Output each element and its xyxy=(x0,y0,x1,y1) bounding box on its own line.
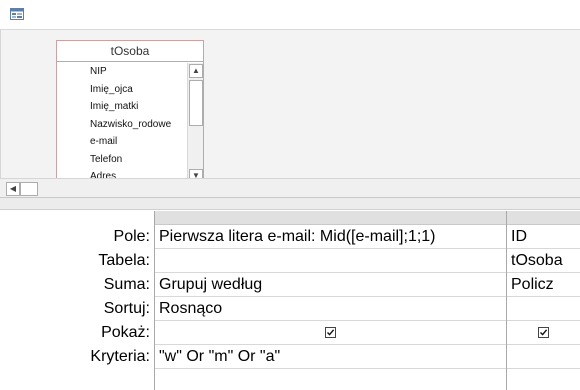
field-cell[interactable]: ID xyxy=(507,225,580,249)
field-cell[interactable]: Pierwsza litera e-mail: Mid([e-mail];1;1… xyxy=(155,225,506,249)
scroll-up-icon[interactable]: ▲ xyxy=(189,64,203,78)
show-checkbox[interactable] xyxy=(325,327,336,339)
row-label-field: Pole: xyxy=(113,228,150,245)
grid-column-2: ID tOsoba Policz xyxy=(506,211,580,390)
scrollbar-thumb[interactable] xyxy=(189,80,203,126)
field-item[interactable]: Imię_ojca xyxy=(57,81,187,99)
table-design-surface[interactable]: tOsoba NIP Imię_ojca Imię_matki Nazwisko… xyxy=(0,30,580,178)
criteria-cell[interactable] xyxy=(507,345,580,369)
field-item[interactable]: Nazwisko_rodowe xyxy=(57,116,187,134)
column-selector[interactable] xyxy=(507,211,580,225)
scrollbar-thumb[interactable] xyxy=(20,182,38,196)
show-cell xyxy=(507,321,580,345)
total-cell[interactable]: Policz xyxy=(507,273,580,297)
table-cell[interactable] xyxy=(155,249,506,273)
field-item[interactable]: NIP xyxy=(57,63,187,81)
field-list: NIP Imię_ojca Imię_matki Nazwisko_rodowe… xyxy=(57,63,187,178)
pane-splitter[interactable] xyxy=(0,198,580,210)
table-field-list-tosoba[interactable]: tOsoba NIP Imię_ojca Imię_matki Nazwisko… xyxy=(56,40,204,178)
table-field-list-title[interactable]: tOsoba xyxy=(57,41,203,62)
show-cell xyxy=(155,321,506,345)
total-cell[interactable]: Grupuj według xyxy=(155,273,506,297)
field-item[interactable]: e-mail xyxy=(57,133,187,151)
query-design-icon xyxy=(10,7,24,20)
row-label-table: Tabela: xyxy=(98,252,150,269)
design-surface-scrollbar[interactable]: ◀ xyxy=(0,178,580,198)
scroll-left-icon[interactable]: ◀ xyxy=(6,182,20,196)
grid-column-1: Pierwsza litera e-mail: Mid([e-mail];1;1… xyxy=(154,211,506,390)
show-checkbox[interactable] xyxy=(538,327,549,339)
row-label-criteria: Kryteria: xyxy=(90,348,150,365)
row-label-show: Pokaż: xyxy=(101,324,150,341)
column-selector[interactable] xyxy=(155,211,506,225)
field-list-scrollbar[interactable]: ▲ ▼ xyxy=(187,63,203,178)
scroll-down-icon[interactable]: ▼ xyxy=(189,169,203,178)
sort-cell[interactable] xyxy=(507,297,580,321)
query-titlebar xyxy=(0,0,580,30)
field-item[interactable]: Telefon xyxy=(57,151,187,169)
row-label-total: Suma: xyxy=(103,276,150,293)
row-label-sort: Sortuj: xyxy=(103,300,150,317)
query-design-grid: Pole: Tabela: Suma: Sortuj: Pokaż: Kryte… xyxy=(0,211,580,390)
field-item[interactable]: Imię_matki xyxy=(57,98,187,116)
sort-cell[interactable]: Rosnąco xyxy=(155,297,506,321)
criteria-cell[interactable]: "w" Or "m" Or "a" xyxy=(155,345,506,369)
field-item[interactable]: Adres xyxy=(57,168,187,178)
table-cell[interactable]: tOsoba xyxy=(507,249,580,273)
